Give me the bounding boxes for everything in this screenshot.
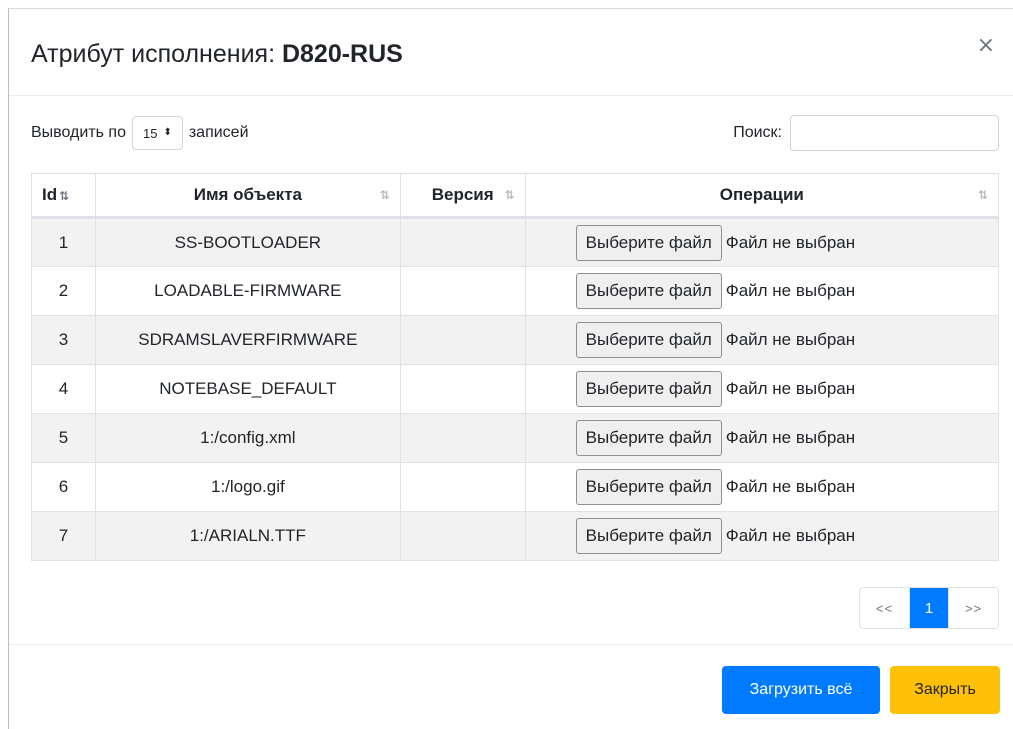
pagination-page-1[interactable]: 1 — [910, 588, 948, 628]
cell-version — [399, 315, 526, 365]
select-arrows-icon: ⬍ — [163, 127, 172, 138]
modal-title: Атрибут исполнения: D820-RUS — [31, 39, 403, 69]
cell-ops: Выберите файл Файл не выбран — [524, 315, 1000, 365]
file-status-text: Файл не выбран — [725, 232, 856, 252]
cell-id: 4 — [31, 364, 96, 414]
page-length-control: Выводить по 15 ⬍ записей — [31, 116, 249, 150]
cell-ops: Выберите файл Файл не выбран — [524, 364, 1000, 414]
cell-ops: Выберите файл Файл не выбран — [524, 511, 1000, 561]
load-all-button[interactable]: Загрузить всё — [722, 666, 880, 714]
cell-ops: Выберите файл Файл не выбран — [524, 217, 1000, 267]
choose-file-button[interactable]: Выберите файл — [575, 518, 722, 554]
modal-footer-divider — [9, 644, 1013, 645]
choose-file-button[interactable]: Выберите файл — [575, 273, 722, 309]
table-header-row: Id ⇅ Имя объекта ⇅ Версия ⇅ Операции ⇅ — [31, 173, 1000, 219]
cell-name: 1:/ARIALN.TTF — [94, 511, 401, 561]
file-status-text: Файл не выбран — [725, 379, 856, 398]
cell-id: 3 — [31, 315, 96, 365]
file-status-text: Файл не выбран — [725, 526, 856, 545]
column-header-version-label: Версия — [431, 185, 494, 204]
cell-name: 1:/logo.gif — [94, 462, 401, 512]
length-suffix-label: записей — [188, 124, 249, 141]
table-row: 2 LOADABLE-FIRMWARE Выберите файл Файл не… — [31, 266, 1000, 316]
file-status-text: Файл не выбран — [725, 281, 856, 300]
table-row: 5 1:/config.xml Выберите файл Файл не выб… — [31, 413, 1000, 463]
choose-file-button[interactable]: Выберите файл — [575, 371, 722, 407]
pagination-prev[interactable]: << — [860, 588, 910, 628]
pagination-next[interactable]: >> — [948, 588, 998, 628]
cell-version — [399, 266, 526, 316]
column-header-id-label: Id — [42, 185, 58, 204]
choose-file-button[interactable]: Выберите файл — [575, 469, 722, 505]
modal-title-prefix: Атрибут исполнения: — [31, 40, 282, 68]
cell-id: 2 — [31, 266, 96, 316]
pagination: << 1 >> — [859, 587, 999, 629]
table-row: 6 1:/logo.gif Выберите файл Файл не выбра… — [31, 462, 1000, 512]
table-row: 7 1:/ARIALN.TTF Выберите файл Файл не выб… — [31, 511, 1000, 561]
cell-id: 6 — [31, 462, 96, 512]
close-button[interactable]: Закрыть — [890, 666, 1000, 714]
file-status-text: Файл не выбран — [725, 330, 856, 349]
cell-id: 1 — [31, 217, 96, 267]
close-icon[interactable]: × — [977, 35, 995, 57]
cell-version — [399, 511, 526, 561]
choose-file-button[interactable]: Выберите файл — [575, 420, 722, 456]
modal-title-device: D820-RUS — [281, 40, 403, 68]
cell-version — [399, 364, 526, 414]
choose-file-button[interactable]: Выберите файл — [575, 322, 722, 358]
column-header-name-label: Имя объекта — [193, 185, 302, 204]
cell-version — [399, 413, 526, 463]
page-length-value: 15 — [142, 125, 158, 141]
sort-icon: ⇅ — [504, 188, 515, 202]
cell-name: SDRAMSLAVERFIRMWARE — [94, 315, 401, 365]
column-header-name[interactable]: Имя объекта ⇅ — [94, 173, 401, 219]
cell-name: SS-BOOTLOADER — [94, 217, 401, 267]
column-header-ops[interactable]: Операции ⇅ — [524, 173, 1000, 219]
table-row: 4 NOTEBASE_DEFAULT Выберите файл Файл не … — [31, 364, 1000, 414]
column-header-ops-label: Операции — [719, 185, 804, 204]
file-status-text: Файл не выбран — [725, 428, 856, 447]
attribute-modal: Атрибут исполнения: D820-RUS × Выводить … — [8, 8, 1013, 729]
search-input[interactable] — [790, 115, 999, 151]
search-label: Поиск: — [733, 124, 782, 141]
cell-name: 1:/config.xml — [94, 413, 401, 463]
column-header-version[interactable]: Версия ⇅ — [399, 173, 526, 219]
cell-name: NOTEBASE_DEFAULT — [94, 364, 401, 414]
modal-header: Атрибут исполнения: D820-RUS × — [9, 9, 1013, 96]
cell-version — [399, 217, 526, 267]
cell-id: 7 — [31, 511, 96, 561]
objects-table: Id ⇅ Имя объекта ⇅ Версия ⇅ Операции ⇅ 1 SS-… — [31, 173, 1000, 561]
cell-ops: Выберите файл Файл не выбран — [524, 266, 1000, 316]
cell-id: 5 — [31, 413, 96, 463]
choose-file-button[interactable]: Выберите файл — [575, 224, 722, 261]
cell-name: LOADABLE-FIRMWARE — [94, 266, 401, 316]
cell-ops: Выберите файл Файл не выбран — [524, 462, 1000, 512]
column-header-id[interactable]: Id ⇅ — [31, 173, 96, 219]
sort-icon: ⇅ — [977, 188, 988, 202]
cell-ops: Выберите файл Файл не выбран — [524, 413, 1000, 463]
table-row: 3 SDRAMSLAVERFIRMWARE Выберите файл Файл … — [31, 315, 1000, 365]
length-prefix-label: Выводить по — [31, 124, 126, 141]
sort-icon: ⇅ — [379, 188, 390, 202]
search-control: Поиск: — [733, 115, 999, 151]
file-status-text: Файл не выбран — [725, 477, 856, 496]
page-length-select[interactable]: 15 ⬍ — [131, 116, 183, 150]
sort-icon: ⇅ — [59, 189, 70, 203]
cell-version — [399, 462, 526, 512]
table-row: 1 SS-BOOTLOADER Выберите файл Файл не выб… — [31, 217, 1000, 267]
